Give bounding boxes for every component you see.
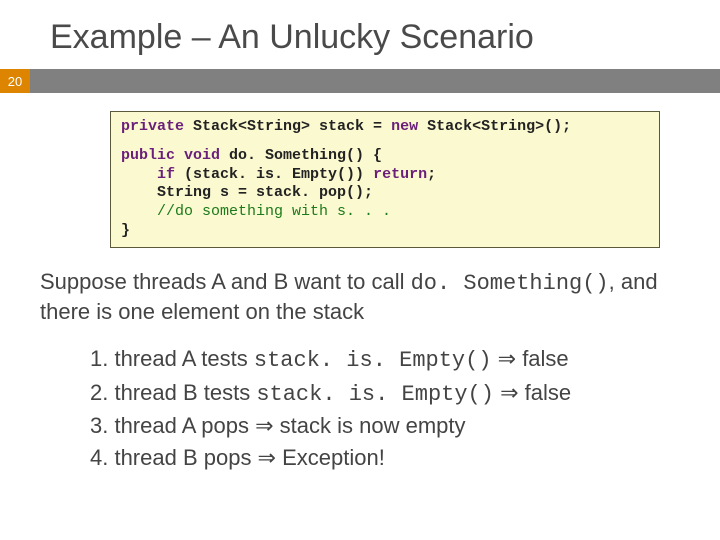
code-line: private Stack<String> stack = new Stack<…: [121, 118, 649, 137]
step-text: 1. thread A tests: [90, 346, 254, 371]
keyword: private: [121, 118, 184, 135]
code-text: (stack. is. Empty()): [175, 166, 373, 183]
code-line: public void do. Something() {: [121, 147, 649, 166]
code-line: if (stack. is. Empty()) return;: [121, 166, 649, 185]
keyword: new: [391, 118, 418, 135]
code-block: private Stack<String> stack = new Stack<…: [110, 111, 660, 248]
paragraph: Suppose threads A and B want to call do.…: [40, 268, 680, 327]
step-code: stack. is. Empty(): [254, 348, 492, 373]
step-text: 2. thread B tests: [90, 380, 256, 405]
step-item: 4. thread B pops ⇒ Exception!: [90, 442, 680, 474]
header-band: 20: [0, 69, 720, 93]
code-text: ;: [427, 166, 436, 183]
step-item: 1. thread A tests stack. is. Empty() ⇒ f…: [90, 343, 680, 377]
step-item: 3. thread A pops ⇒ stack is now empty: [90, 410, 680, 442]
keyword: return: [373, 166, 427, 183]
para-code: do. Something(): [411, 271, 609, 296]
keyword: public void: [121, 147, 220, 164]
slide-title: Example – An Unlucky Scenario: [0, 0, 720, 69]
steps-list: 1. thread A tests stack. is. Empty() ⇒ f…: [90, 343, 680, 475]
para-text: Suppose threads A and B want to call: [40, 269, 411, 294]
step-item: 2. thread B tests stack. is. Empty() ⇒ f…: [90, 377, 680, 411]
code-text: do. Something() {: [220, 147, 382, 164]
step-text: ⇒ false: [492, 346, 569, 371]
code-line: String s = stack. pop();: [121, 184, 649, 203]
code-text: Stack<String> stack =: [184, 118, 391, 135]
code-line: }: [121, 222, 649, 241]
slide-number-badge: 20: [0, 69, 30, 93]
step-text: ⇒ false: [494, 380, 571, 405]
keyword: if: [121, 166, 175, 183]
slide: Example – An Unlucky Scenario 20 private…: [0, 0, 720, 540]
step-code: stack. is. Empty(): [256, 382, 494, 407]
code-comment: //do something with s. . .: [121, 203, 649, 222]
code-text: Stack<String>();: [418, 118, 571, 135]
code-blank: [121, 137, 649, 147]
